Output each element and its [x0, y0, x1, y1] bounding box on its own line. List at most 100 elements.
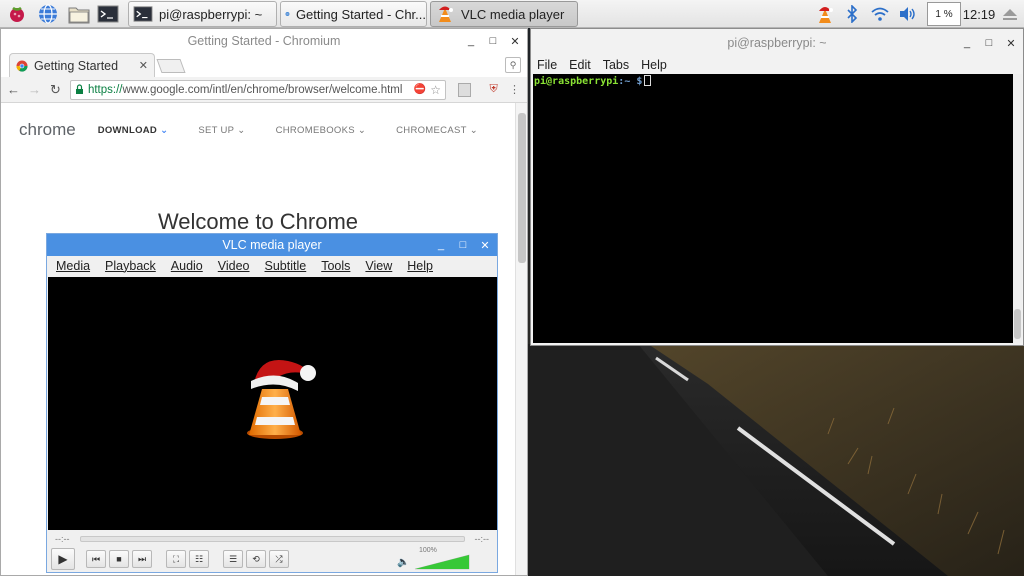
video-area[interactable]	[48, 277, 497, 530]
url-text: www.google.com/intl/en/chrome/browser/we…	[122, 83, 403, 96]
close-button[interactable]: ✕	[1003, 35, 1019, 51]
cpu-monitor[interactable]: 1 %	[927, 2, 961, 26]
extended-settings-button[interactable]: ☷	[189, 550, 209, 568]
menu-help[interactable]: Help	[407, 259, 433, 273]
vlc-menubar: Media Playback Audio Video Subtitle Tool…	[47, 256, 497, 276]
terminal-scrollbar[interactable]	[1013, 74, 1022, 343]
previous-icon: ⏮	[91, 553, 101, 564]
menu-playback[interactable]: Playback	[105, 259, 156, 273]
chrome-favicon-icon	[16, 60, 28, 72]
back-button[interactable]: ←	[7, 82, 20, 97]
nav-setup[interactable]: SET UP ⌄	[198, 125, 245, 136]
terminal-titlebar[interactable]: pi@raspberrypi: ~ _ □ ✕	[531, 29, 1023, 57]
terminal-menubar: File Edit Tabs Help	[531, 55, 1023, 75]
address-bar[interactable]: https://www.google.com/intl/en/chrome/br…	[69, 79, 446, 100]
previous-button[interactable]: ⏮	[86, 550, 106, 568]
vlc-cone-santa-hat-icon	[247, 359, 316, 439]
task-vlc[interactable]: VLC media player	[430, 1, 578, 27]
playlist-icon: ☰	[228, 553, 238, 564]
minimize-button[interactable]: _	[959, 35, 975, 51]
menu-help[interactable]: Help	[641, 58, 667, 72]
profile-icon[interactable]: ⚲	[505, 57, 521, 73]
task-chromium[interactable]: Getting Started - Chr...	[280, 1, 427, 27]
stop-button[interactable]: ■	[109, 550, 129, 568]
scrollbar-thumb[interactable]	[1014, 309, 1021, 339]
site-settings-icon[interactable]: ⛔	[414, 84, 426, 95]
scrollbar-thumb[interactable]	[518, 113, 526, 263]
nav-download[interactable]: DOWNLOAD ⌄	[98, 125, 169, 136]
menu-view[interactable]: View	[365, 259, 392, 273]
menu-subtitle[interactable]: Subtitle	[265, 259, 307, 273]
file-manager-icon[interactable]	[66, 2, 92, 26]
play-icon: ▶	[58, 552, 68, 566]
vlc-titlebar[interactable]: VLC media player _ □ ✕	[47, 234, 497, 256]
window-title: pi@raspberrypi: ~	[727, 36, 827, 50]
window-title: Getting Started - Chromium	[187, 34, 341, 48]
tab-getting-started[interactable]: Getting Started ✕	[9, 53, 155, 77]
next-button[interactable]: ⏭	[132, 550, 152, 568]
menu-tools[interactable]: Tools	[321, 259, 350, 273]
shuffle-button[interactable]: ⤮	[269, 550, 289, 568]
window-title: VLC media player	[222, 238, 322, 252]
menu-audio[interactable]: Audio	[171, 259, 203, 273]
menu-video[interactable]: Video	[218, 259, 250, 273]
nav-chromecast[interactable]: CHROMECAST ⌄	[396, 125, 478, 136]
menu-file[interactable]: File	[537, 58, 557, 72]
taskbar: pi@raspberrypi: ~ Getting Started - Chr.…	[0, 0, 1024, 28]
tab-close-icon[interactable]: ✕	[139, 59, 148, 72]
url-scheme: https://	[87, 83, 123, 96]
cpu-percent: 1 %	[935, 8, 953, 20]
seek-row: --:-- --:--	[47, 532, 497, 546]
playlist-button[interactable]: ☰	[223, 550, 243, 568]
menu-icon[interactable]: ⋮	[508, 83, 521, 97]
loop-button[interactable]: ⟲	[246, 550, 266, 568]
fullscreen-button[interactable]: ⛶	[166, 550, 186, 568]
bookmark-star-icon[interactable]: ☆	[430, 83, 441, 97]
reload-button[interactable]: ↻	[49, 82, 62, 97]
minimize-button[interactable]: _	[433, 237, 449, 253]
close-button[interactable]: ✕	[477, 237, 493, 253]
volume-control[interactable]: 🔈 100%	[397, 547, 483, 571]
eject-icon[interactable]	[999, 2, 1021, 26]
seek-slider[interactable]	[79, 536, 465, 542]
bluetooth-icon[interactable]	[842, 2, 862, 26]
web-browser-icon[interactable]	[35, 2, 61, 26]
nav-chromebooks[interactable]: CHROMEBOOKS ⌄	[276, 125, 367, 136]
shuffle-icon: ⤮	[275, 553, 283, 564]
browser-toolbar: ← → ↻ https://www.google.com/intl/en/chr…	[1, 77, 527, 103]
loop-icon: ⟲	[252, 553, 260, 564]
chromium-titlebar[interactable]: Getting Started - Chromium _ □ ✕	[1, 29, 527, 53]
terminal-output[interactable]: pi@raspberrypi:~ $	[533, 74, 1013, 343]
task-label: Getting Started - Chr...	[295, 6, 426, 22]
menu-tabs[interactable]: Tabs	[603, 58, 629, 72]
clock-time: 12:19	[962, 6, 996, 22]
maximize-button[interactable]: □	[485, 33, 501, 49]
minimize-button[interactable]: _	[463, 33, 479, 49]
next-icon: ⏭	[137, 553, 147, 564]
page-scrollbar[interactable]	[515, 103, 527, 575]
menu-edit[interactable]: Edit	[569, 58, 591, 72]
close-button[interactable]: ✕	[507, 33, 523, 49]
raspberry-menu-icon[interactable]	[4, 2, 30, 26]
volume-tray-icon[interactable]	[896, 2, 920, 26]
extension-icon[interactable]	[457, 82, 472, 97]
page-heading: Welcome to Chrome	[157, 209, 359, 234]
vlc-window: VLC media player _ □ ✕ Media Playback Au…	[46, 233, 498, 573]
vlc-tray-icon[interactable]	[814, 2, 836, 26]
time-elapsed: --:--	[55, 534, 70, 544]
maximize-button[interactable]: □	[981, 35, 997, 51]
wallpaper-road	[528, 344, 1024, 576]
new-tab-button[interactable]	[156, 59, 186, 73]
task-terminal[interactable]: pi@raspberrypi: ~	[128, 1, 277, 27]
maximize-button[interactable]: □	[455, 237, 471, 253]
terminal-launcher-icon[interactable]	[95, 2, 121, 26]
ublock-icon[interactable]: ⛨	[487, 83, 500, 97]
wifi-icon[interactable]	[868, 2, 892, 26]
lock-icon	[75, 84, 83, 94]
volume-slider[interactable]	[397, 547, 483, 571]
fullscreen-icon: ⛶	[172, 553, 180, 564]
menu-media[interactable]: Media	[56, 259, 90, 273]
clock[interactable]: 12:19	[962, 2, 996, 26]
play-button[interactable]: ▶	[51, 548, 75, 570]
forward-button[interactable]: →	[28, 82, 41, 97]
